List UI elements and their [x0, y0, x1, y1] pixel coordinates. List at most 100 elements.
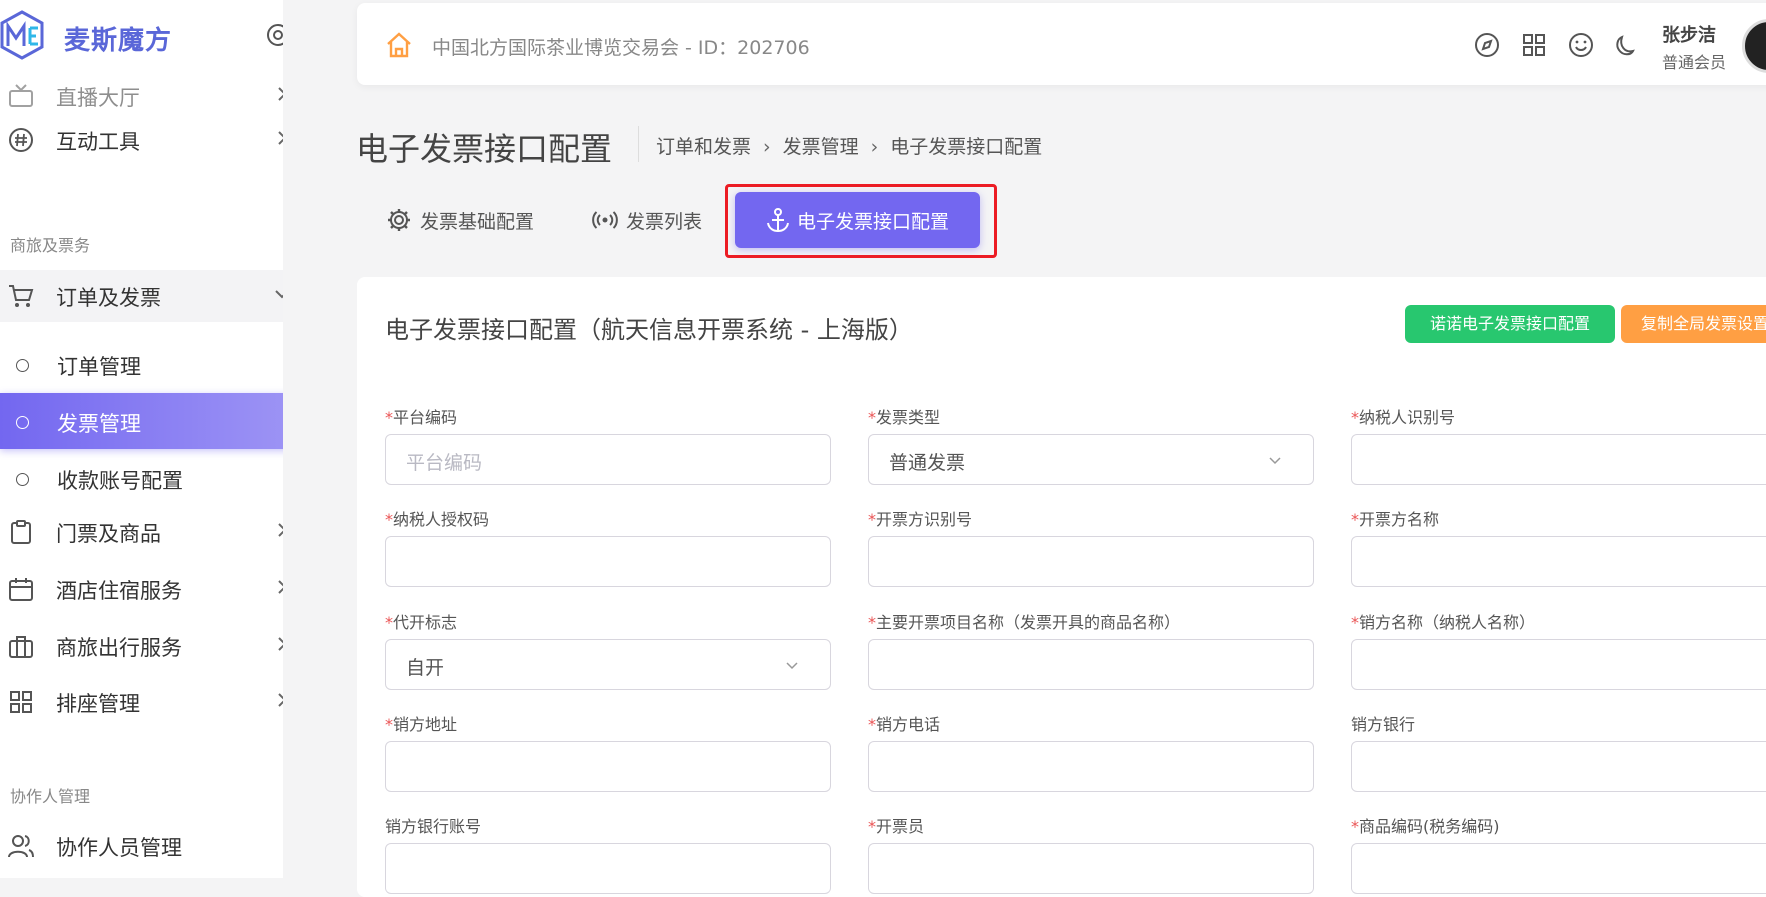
sidebar-subitem-invoice-management[interactable]: 发票管理: [0, 393, 283, 449]
seller-address-input[interactable]: [385, 741, 831, 792]
moon-icon[interactable]: [1613, 31, 1641, 59]
seller-bank-input[interactable]: [1351, 741, 1766, 792]
required-mark: *: [1351, 510, 1359, 529]
issuer-id-input[interactable]: [868, 536, 1314, 587]
platform-code-input[interactable]: 平台编码: [385, 434, 831, 485]
chevron-right-icon: [278, 580, 283, 594]
field-label: 发票类型: [876, 408, 941, 427]
select-value: 普通发票: [889, 452, 966, 474]
field-seller-phone: *销方电话: [868, 711, 1314, 792]
seller-bank-account-input[interactable]: [385, 843, 831, 894]
chevron-down-icon: [275, 290, 283, 299]
smile-icon[interactable]: [1567, 31, 1595, 59]
sidebar-subitem-payment-accounts[interactable]: 收款账号配置: [0, 450, 283, 506]
page-title: 电子发票接口配置: [356, 130, 613, 168]
required-mark: *: [868, 408, 876, 427]
breadcrumb-item[interactable]: 订单和发票: [656, 132, 751, 159]
chevron-right-icon: [278, 693, 283, 707]
event-title: 中国北方国际茶业博览交易会 - ID：202706: [432, 37, 810, 59]
sidebar-item-orders-invoices[interactable]: 订单及发票: [0, 270, 283, 322]
chevron-right-icon: [278, 131, 283, 145]
seller-name-input[interactable]: [1351, 639, 1766, 690]
goods-tax-code-input[interactable]: [1351, 843, 1766, 894]
field-issuer-id: *开票方识别号: [868, 506, 1314, 587]
sidebar-item-hotel-services[interactable]: 酒店住宿服务: [0, 563, 283, 615]
circle-icon: [16, 416, 29, 429]
apps-grid-icon[interactable]: [1520, 31, 1548, 59]
sidebar-item-business-travel[interactable]: 商旅出行服务: [0, 620, 283, 672]
field-taxpayer-auth-code: *纳税人授权码: [385, 506, 831, 587]
cart-icon: [9, 285, 34, 307]
required-mark: *: [868, 817, 876, 836]
sidebar-item-label: 排座管理: [56, 692, 140, 716]
sidebar-item-label: 收款账号配置: [57, 469, 183, 493]
field-seller-bank: 销方银行: [1351, 711, 1766, 792]
user-name: 张步洁: [1662, 25, 1716, 46]
field-seller-bank-account: 销方银行账号: [385, 813, 831, 894]
sidebar-item-label: 门票及商品: [56, 522, 161, 546]
tab-label: 发票列表: [626, 211, 703, 233]
field-seller-name: *销方名称（纳税人名称）: [1351, 609, 1766, 690]
section-travel-ticketing: 商旅及票务: [10, 236, 91, 255]
calendar-icon: [9, 578, 33, 601]
invoice-type-select[interactable]: 普通发票: [868, 434, 1314, 485]
copy-global-settings-button[interactable]: 复制全局发票设置: [1621, 305, 1766, 343]
chevron-right-icon: [278, 637, 283, 651]
sidebar: 麦斯魔方 直播大厅 互动工具 商旅及票务 订单及发票 订单管理 发票管理 收款账…: [0, 0, 283, 878]
field-label: 销方银行账号: [385, 817, 482, 836]
grid-icon: [10, 691, 32, 713]
sidebar-item-interactive-tools[interactable]: 互动工具: [0, 114, 283, 166]
field-label: 开票员: [876, 817, 925, 836]
gear-icon: [388, 209, 410, 231]
target-icon[interactable]: [265, 22, 283, 48]
logo-icon: [0, 10, 44, 60]
compass-icon[interactable]: [1473, 31, 1501, 59]
sidebar-item-collaborator-management[interactable]: 协作人员管理: [0, 820, 283, 872]
sidebar-item-label: 订单及发票: [56, 286, 161, 310]
sidebar-item-tickets-goods[interactable]: 门票及商品: [0, 506, 283, 558]
field-label: 销方地址: [393, 715, 458, 734]
field-label: 代开标志: [393, 613, 458, 632]
field-label: 开票方名称: [1359, 510, 1440, 529]
top-bar: 中国北方国际茶业博览交易会 - ID：202706 张步洁 普通会员: [357, 3, 1766, 85]
drawer-input[interactable]: [868, 843, 1314, 894]
field-platform-code: *平台编码 平台编码: [385, 404, 831, 485]
seller-phone-input[interactable]: [868, 741, 1314, 792]
circle-icon: [16, 473, 29, 486]
required-mark: *: [868, 613, 876, 632]
chevron-down-icon: [786, 662, 798, 670]
avatar[interactable]: [1742, 19, 1766, 73]
main-item-name-input[interactable]: [868, 639, 1314, 690]
brand[interactable]: 麦斯魔方: [0, 8, 283, 62]
breadcrumb-item[interactable]: 发票管理: [783, 132, 859, 159]
circle-icon: [16, 359, 29, 372]
field-label: 销方名称（纳税人名称）: [1359, 613, 1536, 632]
required-mark: *: [385, 715, 393, 734]
sidebar-item-label: 直播大厅: [56, 86, 140, 110]
sidebar-item-label: 酒店住宿服务: [56, 579, 182, 603]
sidebar-subitem-order-management[interactable]: 订单管理: [0, 336, 283, 392]
home-icon[interactable]: [385, 31, 413, 59]
required-mark: *: [1351, 408, 1359, 427]
input-placeholder: 平台编码: [406, 452, 483, 474]
required-mark: *: [385, 613, 393, 632]
tab-invoice-basic-config[interactable]: 发票基础配置: [386, 196, 546, 244]
users-icon: [8, 835, 34, 858]
title-divider: [638, 126, 639, 162]
required-mark: *: [1351, 817, 1359, 836]
nuonuo-config-button[interactable]: 诺诺电子发票接口配置: [1405, 305, 1615, 343]
briefcase-icon: [9, 636, 33, 658]
field-label: 纳税人授权码: [393, 510, 490, 529]
config-card: 电子发票接口配置（航天信息开票系统 - 上海版） 诺诺电子发票接口配置 复制全局…: [357, 277, 1766, 897]
user-role: 普通会员: [1662, 53, 1727, 72]
required-mark: *: [385, 408, 393, 427]
proxy-flag-select[interactable]: 自开: [385, 639, 831, 690]
chevron-right-icon: [278, 87, 283, 101]
taxpayer-auth-code-input[interactable]: [385, 536, 831, 587]
select-value: 自开: [406, 657, 445, 679]
issuer-name-input[interactable]: [1351, 536, 1766, 587]
field-seller-address: *销方地址: [385, 711, 831, 792]
taxpayer-id-input[interactable]: [1351, 434, 1766, 485]
tab-invoice-list[interactable]: 发票列表: [592, 196, 722, 244]
sidebar-item-seating[interactable]: 排座管理: [0, 676, 283, 728]
